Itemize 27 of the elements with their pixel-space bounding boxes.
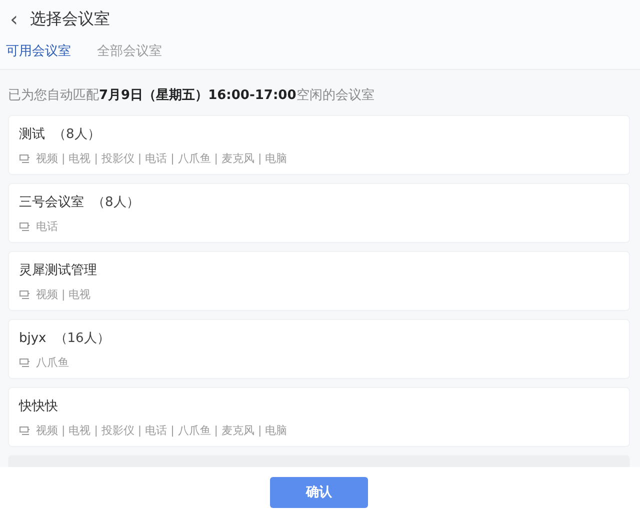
room-name: bjyx xyxy=(19,331,46,346)
room-name: 快快快 xyxy=(19,398,58,415)
room-facilities: 视频 | 电视 | 投影仪 | 电话 | 八爪鱼 | 麦克风 | 电脑 xyxy=(36,151,288,166)
page-title: 选择会议室 xyxy=(30,8,110,30)
monitor-icon xyxy=(19,358,30,368)
room-name: 测试 xyxy=(19,126,45,143)
room-facilities: 电话 xyxy=(36,219,58,234)
room-card[interactable]: 灵犀测试管理 视频 | 电视 xyxy=(8,251,630,311)
room-capacity: （8人） xyxy=(92,194,140,211)
room-name: 三号会议室 xyxy=(19,194,84,211)
monitor-icon xyxy=(19,154,30,164)
monitor-icon xyxy=(19,426,30,436)
monitor-icon xyxy=(19,222,30,232)
room-facilities: 八爪鱼 xyxy=(36,355,69,370)
room-facilities: 视频 | 电视 xyxy=(36,287,91,302)
room-facilities: 视频 | 电视 | 投影仪 | 电话 | 八爪鱼 | 麦克风 | 电脑 xyxy=(36,423,288,438)
notice-text: 已为您自动匹配7月9日（星期五）16:00-17:00空闲的会议室 xyxy=(8,87,376,105)
room-card[interactable]: 三号会议室 （8人） 电话 xyxy=(8,183,630,243)
back-icon[interactable]: ‹ xyxy=(10,9,18,29)
room-card[interactable]: 快快快 视频 | 电视 | 投影仪 | 电话 | 八爪鱼 | 麦克风 | 电脑 xyxy=(8,387,630,447)
monitor-icon xyxy=(19,290,30,300)
room-card[interactable]: bjyx （16人） 八爪鱼 xyxy=(8,319,630,379)
room-capacity: （16人） xyxy=(54,330,110,347)
tab[interactable]: 可用会议室 xyxy=(6,42,71,60)
room-name: 灵犀测试管理 xyxy=(19,262,97,279)
room-card[interactable]: 测试 （8人） 视频 | 电视 | 投影仪 | 电话 | 八爪鱼 | 麦克风 | 电脑 xyxy=(8,115,630,175)
room-capacity: （8人） xyxy=(53,126,100,143)
